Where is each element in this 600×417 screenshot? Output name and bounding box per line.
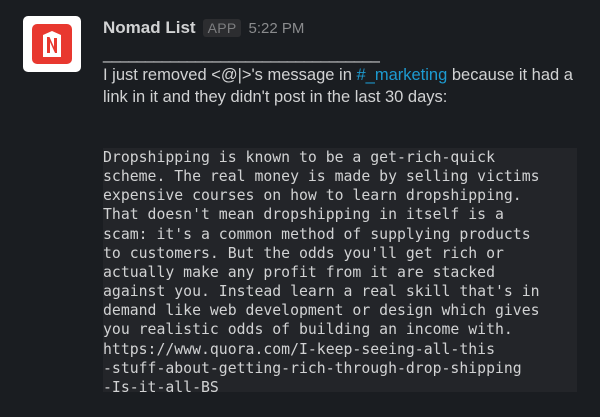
- timestamp[interactable]: 5:22 PM: [248, 20, 304, 37]
- quoted-message-text: Dropshipping is known to be a get-rich-q…: [103, 149, 540, 396]
- message-header: Nomad List APP 5:22 PM: [103, 15, 304, 41]
- logo-glyph: [43, 31, 61, 57]
- nomad-list-logo-icon: [32, 24, 72, 64]
- message-body: I just removed <@|>'s message in #_marke…: [103, 64, 593, 108]
- quoted-code-block: Dropshipping is known to be a get-rich-q…: [103, 148, 577, 396]
- app-badge: APP: [202, 19, 242, 37]
- sender-name[interactable]: Nomad List: [103, 18, 196, 38]
- channel-link[interactable]: #_marketing: [356, 66, 447, 84]
- slack-message: Nomad List APP 5:22 PM _________________…: [0, 0, 600, 417]
- divider-underscores: _________________________________: [103, 44, 380, 63]
- body-prefix: I just removed <@|>'s message in: [103, 66, 357, 84]
- avatar[interactable]: [23, 16, 81, 72]
